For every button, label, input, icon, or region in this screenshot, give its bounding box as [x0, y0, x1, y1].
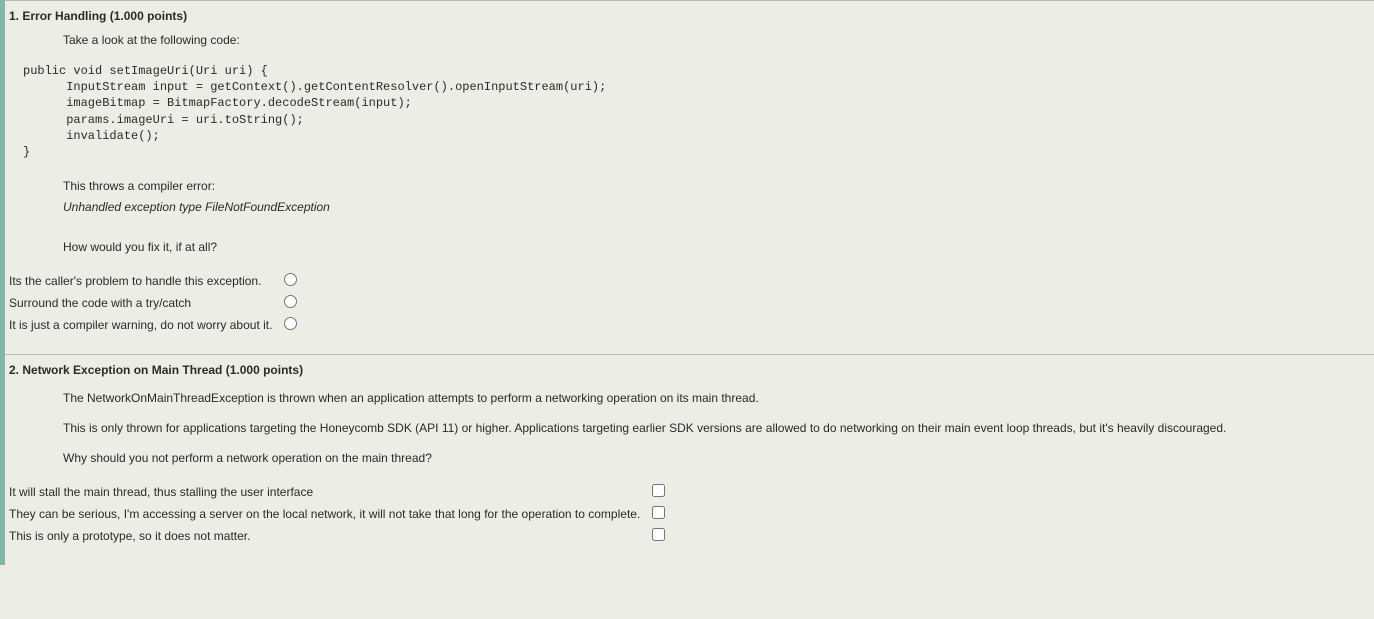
question-2-title: Network Exception on Main Thread: [22, 363, 222, 377]
answer-row: Its the caller's problem to handle this …: [9, 272, 303, 290]
question-1-error-label: This throws a compiler error:: [63, 176, 1374, 196]
question-2-para-2: Why should you not perform a network ope…: [63, 443, 1374, 473]
question-2: 2. Network Exception on Main Thread (1.0…: [5, 354, 1374, 565]
answer-label: This is only a prototype, so it does not…: [9, 527, 646, 545]
quiz-page: 1. Error Handling (1.000 points) Take a …: [0, 0, 1374, 565]
question-1-error-text: Unhandled exception type FileNotFoundExc…: [63, 197, 1374, 217]
answer-label: Its the caller's problem to handle this …: [9, 272, 278, 290]
answer-checkbox-q2-1[interactable]: [652, 506, 665, 519]
answer-radio-q1-0[interactable]: [284, 273, 297, 286]
question-1-title: Error Handling: [22, 9, 106, 23]
question-1-code: public void setImageUri(Uri uri) { Input…: [23, 63, 1374, 160]
question-1-points: (1.000 points): [110, 9, 187, 23]
answer-label: They can be serious, I'm accessing a ser…: [9, 505, 646, 523]
question-1-answers: Its the caller's problem to handle this …: [5, 262, 1374, 354]
question-1-number: 1.: [9, 9, 19, 23]
answer-label: Surround the code with a try/catch: [9, 294, 278, 312]
answer-row: It is just a compiler warning, do not wo…: [9, 316, 303, 334]
question-2-para-1: This is only thrown for applications tar…: [63, 413, 1374, 443]
answer-label: It is just a compiler warning, do not wo…: [9, 316, 278, 334]
question-1-header: 1. Error Handling (1.000 points): [5, 1, 1374, 29]
question-1-body: Take a look at the following code: publi…: [5, 29, 1374, 262]
question-2-number: 2.: [9, 363, 19, 377]
answer-row: They can be serious, I'm accessing a ser…: [9, 505, 671, 523]
answer-label: It will stall the main thread, thus stal…: [9, 483, 646, 501]
question-1: 1. Error Handling (1.000 points) Take a …: [5, 0, 1374, 354]
question-2-points: (1.000 points): [226, 363, 303, 377]
answer-radio-q1-1[interactable]: [284, 295, 297, 308]
answer-row: It will stall the main thread, thus stal…: [9, 483, 671, 501]
question-1-prompt: How would you fix it, if at all?: [63, 237, 1374, 257]
question-1-postcode: This throws a compiler error: Unhandled …: [63, 170, 1374, 262]
question-2-answers: It will stall the main thread, thus stal…: [5, 473, 1374, 565]
question-2-para-0: The NetworkOnMainThreadException is thro…: [63, 383, 1374, 413]
answer-row: Surround the code with a try/catch: [9, 294, 303, 312]
answer-radio-q1-2[interactable]: [284, 317, 297, 330]
question-1-intro: Take a look at the following code:: [63, 29, 1374, 57]
question-2-header: 2. Network Exception on Main Thread (1.0…: [5, 355, 1374, 383]
answer-checkbox-q2-2[interactable]: [652, 528, 665, 541]
question-2-body: The NetworkOnMainThreadException is thro…: [5, 383, 1374, 473]
answer-row: This is only a prototype, so it does not…: [9, 527, 671, 545]
answer-checkbox-q2-0[interactable]: [652, 484, 665, 497]
